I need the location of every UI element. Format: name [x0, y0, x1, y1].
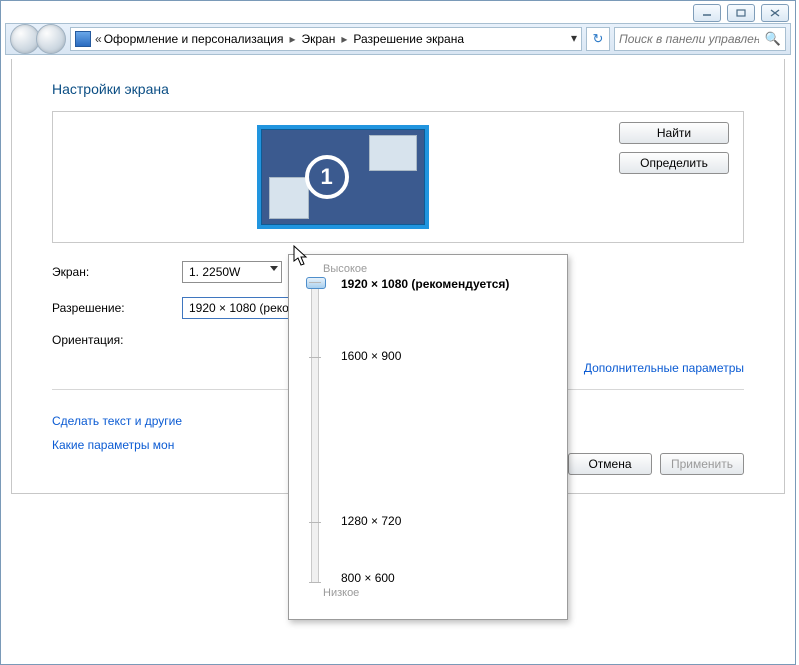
display-label: Экран: — [52, 265, 182, 279]
control-panel-icon — [75, 31, 91, 47]
slider-thumb[interactable] — [306, 277, 326, 289]
monitor-window-decoration — [369, 135, 417, 171]
navigation-bar: « Оформление и персонализация ▸ Экран ▸ … — [5, 23, 791, 55]
breadcrumb-item[interactable]: Оформление и персонализация — [104, 32, 284, 46]
search-box[interactable]: 🔍 — [614, 27, 786, 51]
window-controls — [693, 4, 789, 22]
page-title: Настройки экрана — [52, 81, 744, 97]
resolution-option[interactable]: 800 × 600 — [341, 571, 395, 585]
forward-button[interactable] — [36, 24, 66, 54]
monitor-preview-area[interactable]: 1 — [67, 122, 619, 232]
display-value: 1. 2250W — [189, 265, 240, 279]
monitor-thumbnail[interactable]: 1 — [257, 125, 429, 229]
find-button[interactable]: Найти — [619, 122, 729, 144]
orientation-label: Ориентация: — [52, 333, 182, 347]
cancel-button[interactable]: Отмена — [568, 453, 652, 475]
search-input[interactable] — [615, 28, 763, 50]
minimize-button[interactable] — [693, 4, 721, 22]
monitor-number: 1 — [305, 155, 349, 199]
display-select[interactable]: 1. 2250W — [182, 261, 282, 283]
breadcrumb-dropdown-icon[interactable]: ▾ — [571, 31, 577, 45]
resolution-label: Разрешение: — [52, 301, 182, 315]
breadcrumb-item[interactable]: Экран — [301, 32, 335, 46]
nav-history-buttons — [6, 24, 66, 54]
breadcrumb-item[interactable]: Разрешение экрана — [353, 32, 464, 46]
resolution-popup: Высокое 1920 × 1080 (рекомендуется) 1600… — [288, 254, 568, 620]
preview-actions: Найти Определить — [619, 122, 729, 174]
monitor-preview-box: 1 Найти Определить — [52, 111, 744, 243]
resolution-option[interactable]: 1920 × 1080 (рекомендуется) — [341, 277, 509, 291]
monitor-window-decoration — [269, 177, 309, 219]
window: « Оформление и персонализация ▸ Экран ▸ … — [0, 0, 796, 665]
resolution-option[interactable]: 1280 × 720 — [341, 514, 401, 528]
dialog-buttons: Отмена Применить — [540, 453, 744, 475]
refresh-icon: ↻ — [593, 31, 604, 47]
breadcrumb[interactable]: « Оформление и персонализация ▸ Экран ▸ … — [70, 27, 582, 51]
resolution-option[interactable]: 1600 × 900 — [341, 349, 401, 363]
resolution-slider-area: 1920 × 1080 (рекомендуется) 1600 × 900 1… — [301, 281, 557, 581]
chevron-right-icon: ▸ — [341, 32, 347, 46]
maximize-button[interactable] — [727, 4, 755, 22]
search-icon[interactable]: 🔍 — [765, 31, 781, 47]
chevron-right-icon: ▸ — [289, 32, 295, 46]
advanced-settings-link[interactable]: Дополнительные параметры — [584, 361, 744, 375]
text-size-link[interactable]: Сделать текст и другие — [52, 414, 182, 428]
identify-button[interactable]: Определить — [619, 152, 729, 174]
slider-track-wrap — [301, 281, 329, 581]
breadcrumb-overflow-icon[interactable]: « — [95, 32, 102, 46]
slider-low-label: Низкое — [323, 587, 557, 599]
slider-labels: 1920 × 1080 (рекомендуется) 1600 × 900 1… — [329, 281, 557, 581]
help-link[interactable]: Какие параметры мон — [52, 438, 174, 452]
chevron-down-icon — [270, 266, 278, 271]
apply-button[interactable]: Применить — [660, 453, 744, 475]
close-button[interactable] — [761, 4, 789, 22]
refresh-button[interactable]: ↻ — [586, 27, 610, 51]
resolution-slider[interactable] — [311, 281, 319, 583]
slider-high-label: Высокое — [323, 263, 557, 275]
